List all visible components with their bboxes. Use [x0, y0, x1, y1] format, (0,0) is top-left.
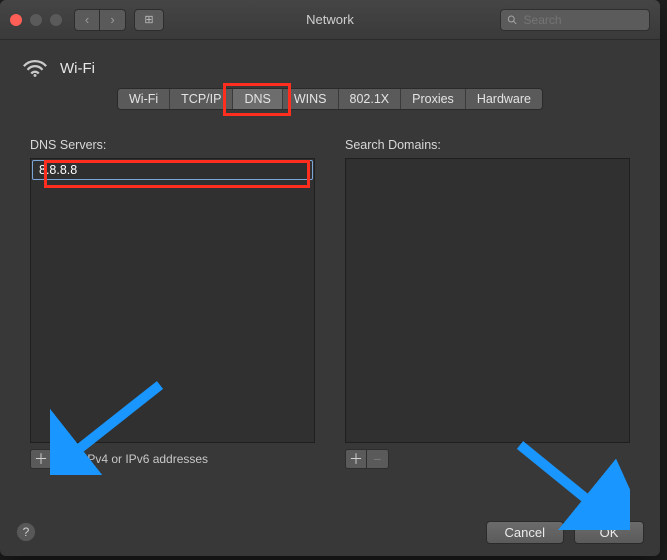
tab-wins[interactable]: WINS [283, 89, 339, 109]
chevron-left-icon: ‹ [85, 12, 89, 27]
help-icon: ? [23, 525, 30, 539]
tab-8021x[interactable]: 802.1X [339, 89, 402, 109]
search-domains-list[interactable] [345, 158, 630, 443]
search-input[interactable] [524, 13, 643, 27]
cancel-button[interactable]: Cancel [486, 521, 564, 544]
tabs-wrap: Wi-FiTCP/IPDNSWINS802.1XProxiesHardware [0, 88, 660, 110]
maximize-window-button[interactable] [50, 14, 62, 26]
plus-icon: ＋ [34, 452, 48, 466]
search-icon [507, 14, 518, 26]
dns-servers-label: DNS Servers: [30, 138, 315, 152]
content-columns: DNS Servers: 8.8.8.8 ＋ − IPv4 or IPv6 ad… [0, 110, 660, 469]
tab-tcpip[interactable]: TCP/IP [170, 89, 233, 109]
window-controls [10, 14, 62, 26]
search-domains-label: Search Domains: [345, 138, 630, 152]
help-button[interactable]: ? [16, 522, 36, 542]
ok-button[interactable]: OK [574, 521, 644, 544]
wifi-icon [22, 58, 48, 78]
search-domains-column: Search Domains: ＋ − [345, 138, 630, 469]
close-window-button[interactable] [10, 14, 22, 26]
network-prefs-window: ‹ › ⊞ Network Wi-Fi Wi-FiTCP/IPDNSWINS80… [0, 0, 660, 556]
connection-header: Wi-Fi [0, 40, 660, 88]
show-all-button[interactable]: ⊞ [134, 9, 164, 31]
plus-icon: ＋ [349, 452, 363, 466]
dns-list-footer: ＋ − IPv4 or IPv6 addresses [30, 449, 315, 469]
connection-title: Wi-Fi [60, 60, 95, 77]
domains-list-footer: ＋ − [345, 449, 630, 469]
bottom-bar: ? Cancel OK [0, 508, 660, 556]
chevron-right-icon: › [110, 12, 114, 27]
forward-button[interactable]: › [100, 9, 126, 31]
grid-icon: ⊞ [144, 13, 153, 26]
domains-plus-minus: ＋ − [345, 449, 389, 469]
minus-icon: − [58, 452, 66, 466]
dns-hint-text: IPv4 or IPv6 addresses [84, 452, 208, 466]
domains-add-button[interactable]: ＋ [345, 449, 367, 469]
dns-servers-column: DNS Servers: 8.8.8.8 ＋ − IPv4 or IPv6 ad… [30, 138, 315, 469]
dialog-buttons: Cancel OK [486, 521, 644, 544]
dns-add-button[interactable]: ＋ [30, 449, 52, 469]
titlebar: ‹ › ⊞ Network [0, 0, 660, 40]
tab-bar: Wi-FiTCP/IPDNSWINS802.1XProxiesHardware [117, 88, 543, 110]
minimize-window-button[interactable] [30, 14, 42, 26]
search-field-wrap [500, 9, 650, 31]
dns-entry[interactable]: 8.8.8.8 [32, 160, 313, 180]
nav-back-forward: ‹ › [74, 9, 126, 31]
domains-remove-button[interactable]: − [367, 449, 389, 469]
tab-dns[interactable]: DNS [233, 89, 282, 109]
back-button[interactable]: ‹ [74, 9, 100, 31]
tab-hardware[interactable]: Hardware [466, 89, 542, 109]
minus-icon: − [373, 452, 381, 466]
dns-remove-button[interactable]: − [52, 449, 74, 469]
tab-proxies[interactable]: Proxies [401, 89, 466, 109]
dns-plus-minus: ＋ − [30, 449, 74, 469]
dns-servers-list[interactable]: 8.8.8.8 [30, 158, 315, 443]
tab-wifi[interactable]: Wi-Fi [118, 89, 170, 109]
